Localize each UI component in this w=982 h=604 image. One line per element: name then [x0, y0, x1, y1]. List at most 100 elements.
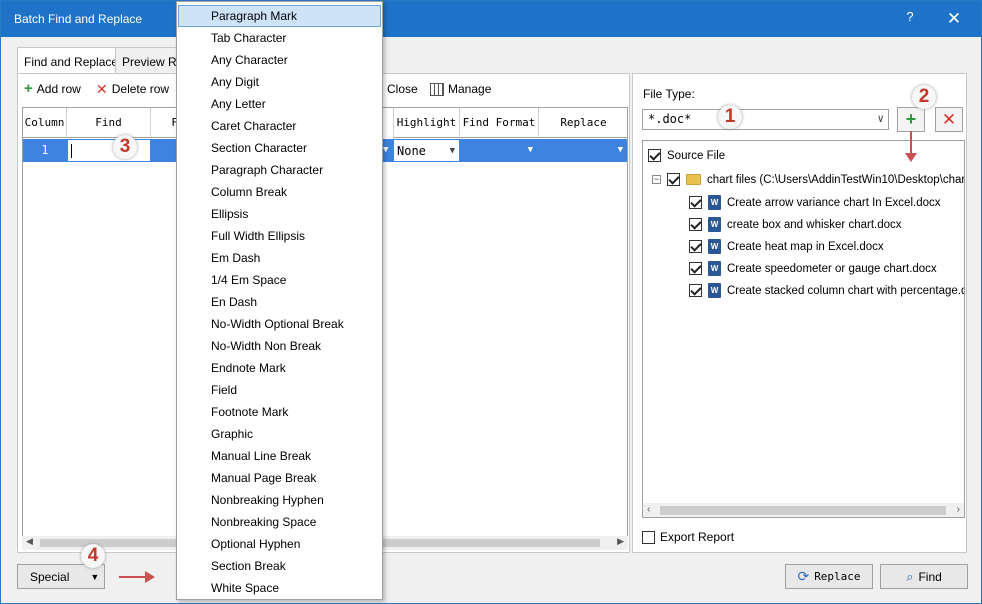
annotation-arrow-down: [905, 131, 917, 162]
chevron-down-icon: ▼: [527, 145, 533, 155]
close-button[interactable]: Close: [387, 82, 418, 96]
file-label: Create stacked column chart with percent…: [727, 284, 965, 297]
delete-row-button[interactable]: ✕ Delete row: [96, 82, 169, 96]
add-row-button[interactable]: + Add row: [24, 81, 81, 96]
menu-item-manual-line-break[interactable]: Manual Line Break: [178, 445, 381, 467]
find-format-select[interactable]: ▼: [460, 139, 539, 162]
tree-file-node[interactable]: W Create speedometer or gauge chart.docx: [689, 261, 937, 276]
replace-button[interactable]: ⟳ Replace: [785, 564, 873, 589]
file-label: create box and whisker chart.docx: [727, 218, 902, 231]
chevron-down-icon: ∨: [877, 112, 884, 125]
menu-item-column-break[interactable]: Column Break: [178, 181, 381, 203]
header-column[interactable]: Column: [23, 108, 67, 138]
tree-folder-node[interactable]: − chart files (C:\Users\AddinTestWin10\D…: [652, 173, 964, 186]
scroll-left-icon[interactable]: ◀: [26, 536, 33, 547]
add-row-label: Add row: [36, 82, 81, 96]
scroll-left-icon[interactable]: ‹: [647, 504, 650, 515]
special-dropdown-menu: Paragraph Mark Tab Character Any Character…: [176, 1, 383, 600]
replace-label: Replace: [814, 570, 861, 583]
menu-item-en-dash[interactable]: En Dash: [178, 291, 381, 313]
find-input[interactable]: [67, 139, 151, 162]
tree-file-node[interactable]: W Create heat map in Excel.docx: [689, 239, 884, 254]
menu-item-graphic[interactable]: Graphic: [178, 423, 381, 445]
manage-button[interactable]: Manage: [430, 82, 491, 96]
source-file-tree: Source File − chart files (C:\Users\Addi…: [642, 140, 965, 518]
manage-label: Manage: [448, 82, 492, 96]
scroll-thumb[interactable]: [660, 506, 946, 515]
menu-item-paragraph-mark[interactable]: Paragraph Mark: [178, 5, 381, 27]
delete-icon: ✕: [96, 81, 108, 97]
step-badge-2: 2: [912, 85, 936, 109]
menu-item-section-character[interactable]: Section Character: [178, 137, 381, 159]
header-highlight[interactable]: Highlight: [393, 108, 460, 138]
replace-dropdown-icon[interactable]: ▼: [383, 139, 393, 162]
add-source-button[interactable]: +: [897, 107, 925, 132]
menu-item-paragraph-character[interactable]: Paragraph Character: [178, 159, 381, 181]
header-find[interactable]: Find: [67, 108, 151, 138]
find-button[interactable]: ⌕ Find: [880, 564, 968, 589]
menu-item-caret-character[interactable]: Caret Character: [178, 115, 381, 137]
remove-source-button[interactable]: ✕: [935, 107, 963, 132]
export-report-checkbox[interactable]: [642, 530, 655, 544]
file-checkbox[interactable]: [689, 218, 702, 231]
menu-item-ellipsis[interactable]: Ellipsis: [178, 203, 381, 225]
tree-file-node[interactable]: W Create arrow variance chart In Excel.d…: [689, 195, 940, 210]
step-badge-4: 4: [81, 544, 105, 568]
menu-item-optional-hyphen[interactable]: Optional Hyphen: [178, 533, 381, 555]
menu-item-any-digit[interactable]: Any Digit: [178, 71, 381, 93]
help-button[interactable]: ?: [899, 9, 921, 29]
menu-item-section-break[interactable]: Section Break: [178, 555, 381, 577]
header-replace-format[interactable]: Replace Format: [539, 108, 627, 159]
export-report-label: Export Report: [660, 530, 735, 544]
menu-item-field[interactable]: Field: [178, 379, 381, 401]
tree-file-node[interactable]: W create box and whisker chart.docx: [689, 217, 902, 232]
menu-item-tab-character[interactable]: Tab Character: [178, 27, 381, 49]
find-label: Find: [918, 569, 942, 584]
menu-item-no-width-optional-break[interactable]: No-Width Optional Break: [178, 313, 381, 335]
folder-checkbox[interactable]: [667, 173, 680, 186]
replace-format-select[interactable]: ▼: [539, 139, 627, 162]
file-checkbox[interactable]: [689, 262, 702, 275]
menu-item-full-width-ellipsis[interactable]: Full Width Ellipsis: [178, 225, 381, 247]
tab-find-and-replace[interactable]: Find and Replace: [17, 47, 118, 75]
source-file-checkbox[interactable]: [648, 149, 661, 162]
scroll-right-icon[interactable]: ▶: [617, 536, 624, 547]
word-doc-icon: W: [708, 217, 721, 232]
close-window-button[interactable]: ✕: [939, 6, 969, 32]
menu-item-any-character[interactable]: Any Character: [178, 49, 381, 71]
tree-horizontal-scrollbar[interactable]: ‹ ›: [643, 503, 964, 517]
special-label: Special: [30, 569, 70, 584]
menu-item-no-width-non-break[interactable]: No-Width Non Break: [178, 335, 381, 357]
scroll-right-icon[interactable]: ›: [957, 504, 960, 515]
batch-find-replace-dialog: Batch Find and Replace ? ✕ Find and Repl…: [0, 0, 982, 604]
word-doc-icon: W: [708, 261, 721, 276]
title-bar: Batch Find and Replace ? ✕: [1, 1, 981, 37]
file-label: Create arrow variance chart In Excel.doc…: [727, 196, 941, 209]
chevron-down-icon: ▼: [449, 146, 455, 156]
header-find-format[interactable]: Find Format: [460, 108, 539, 138]
menu-item-endnote-mark[interactable]: Endnote Mark: [178, 357, 381, 379]
menu-item-nonbreaking-hyphen[interactable]: Nonbreaking Hyphen: [178, 489, 381, 511]
collapse-icon[interactable]: −: [652, 175, 661, 184]
delete-row-label: Delete row: [111, 82, 170, 96]
menu-item-manual-page-break[interactable]: Manual Page Break: [178, 467, 381, 489]
file-checkbox[interactable]: [689, 196, 702, 209]
menu-item-1-4-em-space[interactable]: 1/4 Em Space: [178, 269, 381, 291]
menu-item-footnote-mark[interactable]: Footnote Mark: [178, 401, 381, 423]
manage-icon: [430, 82, 444, 96]
tree-root-source-file[interactable]: Source File: [648, 149, 725, 162]
chevron-down-icon: ▼: [90, 571, 100, 582]
menu-item-nonbreaking-space[interactable]: Nonbreaking Space: [178, 511, 381, 533]
tab-preview-result[interactable]: Preview Re: [115, 47, 179, 74]
highlight-select[interactable]: None ▼: [393, 139, 460, 162]
menu-item-any-letter[interactable]: Any Letter: [178, 93, 381, 115]
menu-item-em-dash[interactable]: Em Dash: [178, 247, 381, 269]
file-checkbox[interactable]: [689, 240, 702, 253]
file-type-select[interactable]: *.doc* ∨: [642, 109, 889, 130]
export-report-option[interactable]: Export Report: [642, 530, 734, 544]
annotation-arrow-right: [119, 571, 155, 583]
tree-file-node[interactable]: W Create stacked column chart with perce…: [689, 283, 965, 298]
step-badge-3: 3: [113, 135, 137, 159]
file-checkbox[interactable]: [689, 284, 702, 297]
menu-item-white-space[interactable]: White Space: [178, 577, 381, 599]
